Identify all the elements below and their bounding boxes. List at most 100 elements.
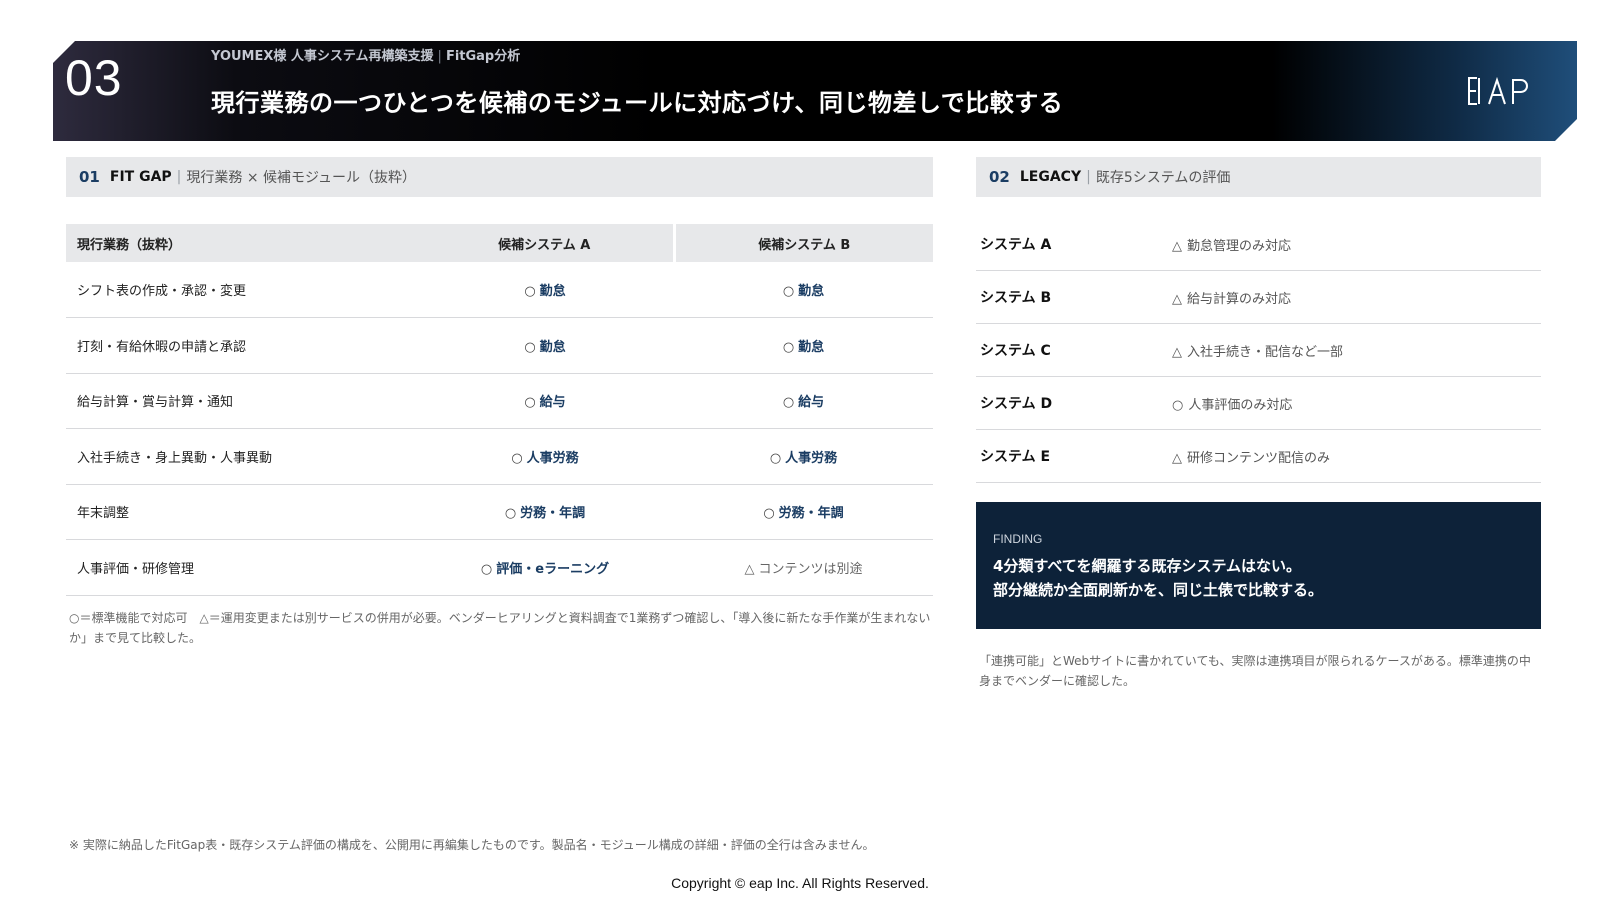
system-a-cell: ○ 評価・eラーニング [416,539,674,596]
evaluation-text: 給与計算のみ対応 [1187,291,1292,307]
finding-line-1: 4分類すべてを網羅する既存システムはない。 [993,557,1302,575]
column-header-system-a: 候補システム A [416,224,676,262]
table-row: シフト表の作成・承認・変更 ○ 勤怠 ○ 勤怠 [66,262,933,318]
system-a-cell: ○ 労務・年調 [416,484,674,540]
table-row: 入社手続き・身上異動・人事異動 ○ 人事労務 ○ 人事労務 [66,428,933,485]
task-cell: 給与計算・賞与計算・通知 [66,373,416,429]
evaluation-mark: ○ [1172,397,1184,413]
legacy-system-list: システム A △ 勤怠管理のみ対応 システム B △ 給与計算のみ対応 システム C △ 入社手… [976,218,1541,483]
fit-mark: ○ [782,339,795,355]
task-cell: 打刻・有給休暇の申請と承認 [66,317,416,374]
fit-mark: ○ [769,450,782,466]
legacy-panel-title: LEGACY [1019,169,1082,185]
system-name: システム C [980,343,1051,359]
fit-mark: ○ [524,395,536,411]
module-fit: ○ 勤怠 [524,284,565,299]
fitgap-panel-separator: | [176,169,182,185]
list-item: システム A △ 勤怠管理のみ対応 [976,218,1541,271]
fitgap-panel-number: 01 [79,168,100,186]
system-a-cell: ○ 勤怠 [416,262,674,318]
system-b-cell: ○ 人事労務 [674,428,933,485]
fit-mark: ○ [524,339,536,355]
header-subtitle: YOUMEX様 人事システム再構築支援 | FitGap分析 [211,45,520,64]
list-item: システム E △ 研修コンテンツ配信のみ [976,430,1541,483]
subtitle-separator: | [437,49,442,64]
fitgap-legend-note: ○＝標準機能で対応可 △＝運用変更または別サービスの併用が必要。ベンダーヒアリン… [69,611,931,645]
task-cell: 入社手続き・身上異動・人事異動 [66,428,416,485]
module-name: コンテンツは別途 [758,561,863,577]
module-fit: ○ 給与 [783,395,824,410]
fit-mark: ○ [480,561,493,577]
module-name: 勤怠 [539,339,566,355]
evaluation-mark: △ [1172,291,1182,307]
evaluation-mark: △ [1172,238,1182,254]
system-a-cell: ○ 勤怠 [416,317,674,374]
list-item: システム B △ 給与計算のみ対応 [976,271,1541,324]
page-title: 現行業務の一つひとつを候補のモジュールに対応づけ、同じ物差しで比較する [211,89,1064,117]
module-name: 給与 [539,395,566,411]
evaluation-mark: △ [1172,450,1182,466]
client-project: YOUMEX様 人事システム再構築支援 [211,49,434,64]
system-name: システム D [980,396,1053,412]
table-row: 給与計算・賞与計算・通知 ○ 給与 ○ 給与 [66,373,933,429]
evaluation-text: 研修コンテンツ配信のみ [1187,450,1331,466]
eap-logo-icon [1468,76,1528,105]
finding-label: FINDING [993,532,1043,546]
system-b-cell: ○ 勤怠 [674,262,933,318]
fit-mark: △ [744,561,755,577]
evaluation-text: 入社手続き・配信など一部 [1187,344,1344,360]
module-fit: △ コンテンツは別途 [744,562,862,577]
module-fit: ○ 人事労務 [511,451,578,466]
module-name: 勤怠 [798,284,825,299]
task-cell: 人事評価・研修管理 [66,539,416,596]
legacy-note: 「連携可能」とWebサイトに書かれていても、実際は連携項目が限られるケースがある… [979,654,1531,688]
fit-mark: ○ [782,284,795,299]
footer-disclaimer: ※ 実際に納品したFitGap表・既存システム評価の構成を、公開用に再編集したも… [69,838,875,852]
task-cell: 年末調整 [66,484,416,540]
module-name: 給与 [798,395,825,411]
module-name: 労務・年調 [778,506,844,522]
analysis-label: FitGap分析 [445,49,521,64]
section-number: 03 [65,50,123,106]
table-row: 人事評価・研修管理 ○ 評価・eラーニング △ コンテンツは別途 [66,539,933,596]
module-fit: ○ 給与 [524,395,565,410]
evaluation-mark: △ [1172,344,1182,360]
system-name: システム B [980,290,1052,306]
column-header-task: 現行業務（抜粋） [66,224,416,262]
fitgap-panel-header: 01 FIT GAP | 現行業務 × 候補モジュール（抜粋） [66,157,933,197]
finding-box: FINDING 4分類すべてを網羅する既存システムはない。 部分継続か全面刷新か… [976,502,1541,629]
legacy-panel-number: 02 [989,168,1010,186]
system-b-cell: ○ 勤怠 [674,317,933,374]
fitgap-panel-description: 現行業務 × 候補モジュール（抜粋） [186,170,417,186]
module-name: 評価・eラーニング [496,561,610,577]
legacy-panel-description: 既存5システムの評価 [1095,170,1231,186]
module-fit: ○ 労務・年調 [505,506,585,521]
finding-line-2: 部分継続か全面刷新かを、同じ土俵で比較する。 [993,581,1324,599]
header-banner: 03 YOUMEX様 人事システム再構築支援 | FitGap分析 現行業務の一つひ… [53,41,1577,141]
system-b-cell: △ コンテンツは別途 [674,539,933,596]
finding-text: 4分類すべてを網羅する既存システムはない。 部分継続か全面刷新かを、同じ土俵で比… [993,554,1524,602]
table-row: 打刻・有給休暇の申請と承認 ○ 勤怠 ○ 勤怠 [66,317,933,374]
fitgap-panel-title: FIT GAP [109,169,172,185]
module-name: 人事労務 [785,450,838,466]
fitgap-table-header-row: 現行業務（抜粋） 候補システム A 候補システム B [66,224,933,262]
system-evaluation: △ 勤怠管理のみ対応 [1172,235,1291,254]
system-evaluation: ○ 人事評価のみ対応 [1172,394,1292,413]
module-fit: ○ 勤怠 [783,284,824,299]
module-name: 労務・年調 [520,506,586,522]
fit-mark: ○ [504,506,517,522]
module-fit: ○ 人事労務 [770,451,837,466]
module-fit: ○ 勤怠 [783,340,824,355]
module-name: 勤怠 [539,284,566,299]
system-evaluation: △ 研修コンテンツ配信のみ [1172,447,1330,466]
fit-mark: ○ [524,284,536,299]
system-evaluation: △ 給与計算のみ対応 [1172,288,1291,307]
legacy-panel-header: 02 LEGACY | 既存5システムの評価 [976,157,1541,197]
system-b-cell: ○ 給与 [674,373,933,429]
fit-mark: ○ [763,506,775,522]
module-fit: ○ 勤怠 [524,340,565,355]
system-a-cell: ○ 人事労務 [416,428,674,485]
fit-mark: ○ [782,395,795,411]
evaluation-text: 勤怠管理のみ対応 [1187,238,1292,254]
table-row: 年末調整 ○ 労務・年調 ○ 労務・年調 [66,484,933,540]
